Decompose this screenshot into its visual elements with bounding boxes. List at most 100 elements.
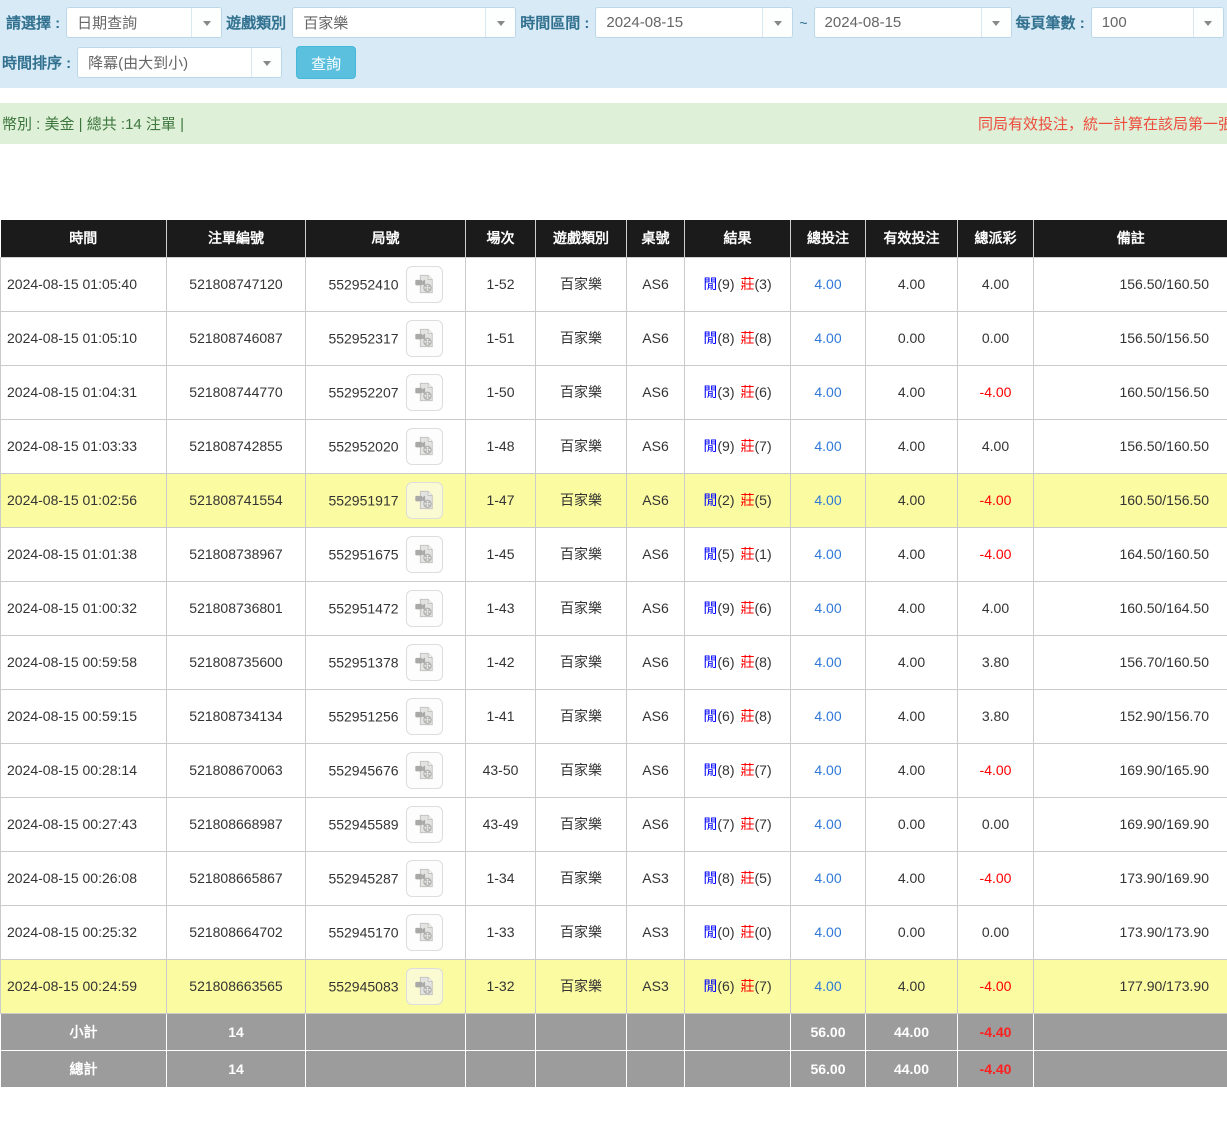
table-no-cell: AS6	[627, 365, 685, 419]
video-replay-button[interactable]	[406, 860, 443, 897]
date-to-picker[interactable]: 2024-08-15	[814, 7, 1012, 38]
total-bet-link[interactable]: 4.00	[791, 257, 866, 311]
bet-id-cell: 521808734134	[167, 689, 306, 743]
video-replay-button[interactable]	[406, 320, 443, 357]
query-button[interactable]: 查詢	[296, 46, 356, 79]
total-bet-link[interactable]: 4.00	[791, 635, 866, 689]
valid-bet-cell: 4.00	[866, 527, 958, 581]
valid-bet-note: 同局有效投注，統一計算在該局第一張	[978, 113, 1227, 134]
filter-row-1: 請選擇 : 日期查詢 遊戲類別 百家樂 時間區間 : 2024-08-15 ~ …	[2, 7, 1227, 38]
query-type-dropdown[interactable]: 日期查詢	[66, 7, 222, 38]
total-bet-link[interactable]: 4.00	[791, 851, 866, 905]
col-session: 場次	[466, 220, 536, 257]
currency-total-text: 幣別 : 美金 | 總共 :14 注單 |	[2, 113, 184, 134]
total-bet-link[interactable]: 4.00	[791, 905, 866, 959]
banker-result-label: 莊	[741, 330, 755, 346]
total-bet-link[interactable]: 4.00	[791, 473, 866, 527]
sort-order-value: 降冪(由大到小)	[78, 48, 251, 77]
note-cell: 156.50/160.50	[1034, 419, 1227, 473]
time-cell: 2024-08-15 00:24:59	[1, 959, 167, 1013]
round-cell: 552951256	[306, 689, 466, 743]
total-bet-link[interactable]: 4.00	[791, 365, 866, 419]
video-replay-button[interactable]	[406, 644, 443, 681]
empty-cell	[1034, 1050, 1227, 1087]
total-bet-link[interactable]: 4.00	[791, 797, 866, 851]
video-replay-button[interactable]	[406, 266, 443, 303]
date-from-picker[interactable]: 2024-08-15	[595, 7, 793, 38]
session-cell: 1-42	[466, 635, 536, 689]
note-cell: 169.90/165.90	[1034, 743, 1227, 797]
video-replay-button[interactable]	[406, 914, 443, 951]
video-replay-button[interactable]	[406, 752, 443, 789]
game-type-dropdown[interactable]: 百家樂	[292, 7, 516, 38]
player-result-label: 閒	[703, 870, 717, 886]
note-cell: 173.90/173.90	[1034, 905, 1227, 959]
valid-bet-cell: 4.00	[866, 743, 958, 797]
total-bet-link[interactable]: 4.00	[791, 959, 866, 1013]
video-replay-button[interactable]	[406, 590, 443, 627]
video-replay-button[interactable]	[406, 536, 443, 573]
table-row: 2024-08-15 01:00:32521808736801552951472…	[1, 581, 1227, 635]
time-cell: 2024-08-15 01:05:10	[1, 311, 167, 365]
bet-id-cell: 521808744770	[167, 365, 306, 419]
table-no-cell: AS6	[627, 743, 685, 797]
empty-cell	[306, 1050, 466, 1087]
col-table-no: 桌號	[627, 220, 685, 257]
total-bet-link[interactable]: 4.00	[791, 527, 866, 581]
round-id: 552951675	[328, 546, 398, 562]
table-no-cell: AS6	[627, 473, 685, 527]
result-cell: 閒(2)莊(5)	[685, 473, 791, 527]
session-cell: 1-41	[466, 689, 536, 743]
total-bet-link[interactable]: 4.00	[791, 743, 866, 797]
page-size-dropdown[interactable]: 100	[1091, 7, 1224, 38]
sort-order-dropdown[interactable]: 降冪(由大到小)	[77, 47, 282, 78]
player-result-score: (2)	[717, 492, 734, 508]
total-bet-link[interactable]: 4.00	[791, 419, 866, 473]
video-file-icon	[413, 273, 435, 295]
result-cell: 閒(3)莊(6)	[685, 365, 791, 419]
table-row: 2024-08-15 00:25:32521808664702552945170…	[1, 905, 1227, 959]
video-replay-button[interactable]	[406, 374, 443, 411]
query-type-value: 日期查詢	[67, 8, 191, 37]
result-cell: 閒(0)莊(0)	[685, 905, 791, 959]
note-cell: 160.50/156.50	[1034, 365, 1227, 419]
empty-cell	[627, 1013, 685, 1050]
round-id: 552952410	[328, 276, 398, 292]
total-count: 14	[167, 1050, 306, 1087]
game-type-cell: 百家樂	[536, 851, 627, 905]
banker-result-score: (6)	[755, 384, 772, 400]
time-cell: 2024-08-15 01:01:38	[1, 527, 167, 581]
video-file-icon	[413, 327, 435, 349]
sort-order-label: 時間排序 :	[2, 52, 71, 73]
player-result-label: 閒	[703, 492, 717, 508]
video-replay-button[interactable]	[406, 968, 443, 1005]
payout-cell: 3.80	[958, 689, 1034, 743]
time-cell: 2024-08-15 00:25:32	[1, 905, 167, 959]
video-replay-button[interactable]	[406, 482, 443, 519]
table-no-cell: AS6	[627, 257, 685, 311]
table-row: 2024-08-15 00:59:58521808735600552951378…	[1, 635, 1227, 689]
table-row: 2024-08-15 01:01:38521808738967552951675…	[1, 527, 1227, 581]
total-bet-link[interactable]: 4.00	[791, 689, 866, 743]
video-replay-button[interactable]	[406, 698, 443, 735]
game-type-cell: 百家樂	[536, 905, 627, 959]
note-cell: 160.50/164.50	[1034, 581, 1227, 635]
video-replay-button[interactable]	[406, 428, 443, 465]
game-type-cell: 百家樂	[536, 365, 627, 419]
table-no-cell: AS6	[627, 635, 685, 689]
round-cell: 552945676	[306, 743, 466, 797]
payout-cell: -4.00	[958, 743, 1034, 797]
chevron-down-icon	[251, 48, 281, 77]
empty-cell	[306, 1013, 466, 1050]
session-cell: 1-45	[466, 527, 536, 581]
table-row: 2024-08-15 00:28:14521808670063552945676…	[1, 743, 1227, 797]
table-row: 2024-08-15 01:05:10521808746087552952317…	[1, 311, 1227, 365]
total-bet-link[interactable]: 4.00	[791, 311, 866, 365]
video-file-icon	[413, 597, 435, 619]
total-bet-link[interactable]: 4.00	[791, 581, 866, 635]
col-note: 備註	[1034, 220, 1227, 257]
col-result: 結果	[685, 220, 791, 257]
video-replay-button[interactable]	[406, 806, 443, 843]
banker-result-score: (7)	[755, 816, 772, 832]
player-result-score: (7)	[717, 816, 734, 832]
